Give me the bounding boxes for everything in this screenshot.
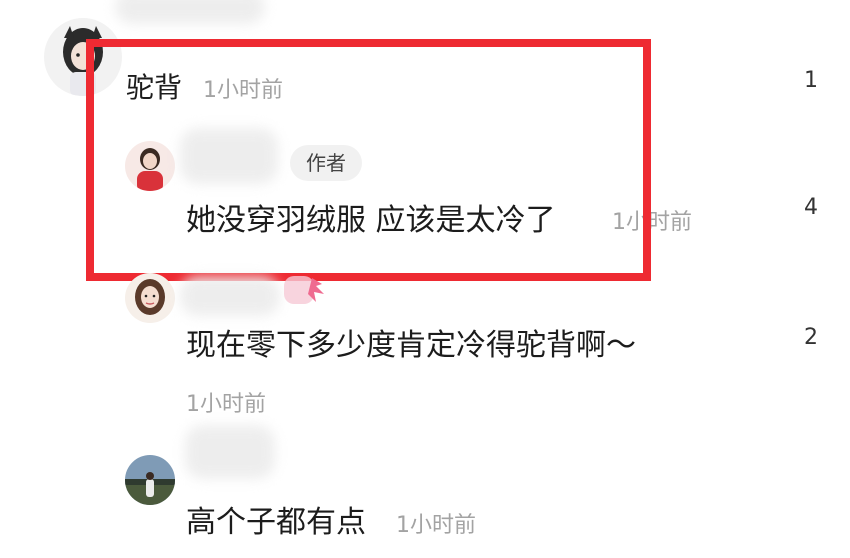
pink-sticker-icon <box>284 276 324 304</box>
comment-text: 高个子都有点 <box>186 505 366 540</box>
blurred-name <box>185 425 275 479</box>
avatar[interactable] <box>125 273 175 323</box>
like-count[interactable]: 4 <box>788 195 818 221</box>
blurred-name <box>115 0 265 24</box>
highlight-box <box>86 39 651 281</box>
comment-text: 现在零下多少度肯定冷得驼背啊～ <box>186 328 636 363</box>
blurred-name <box>180 276 280 316</box>
avatar[interactable] <box>125 455 175 505</box>
comment-time: 1小时前 <box>396 513 476 538</box>
like-count[interactable]: 2 <box>788 325 818 351</box>
like-count[interactable]: 1 <box>788 68 818 94</box>
comment-time: 1小时前 <box>186 392 266 417</box>
